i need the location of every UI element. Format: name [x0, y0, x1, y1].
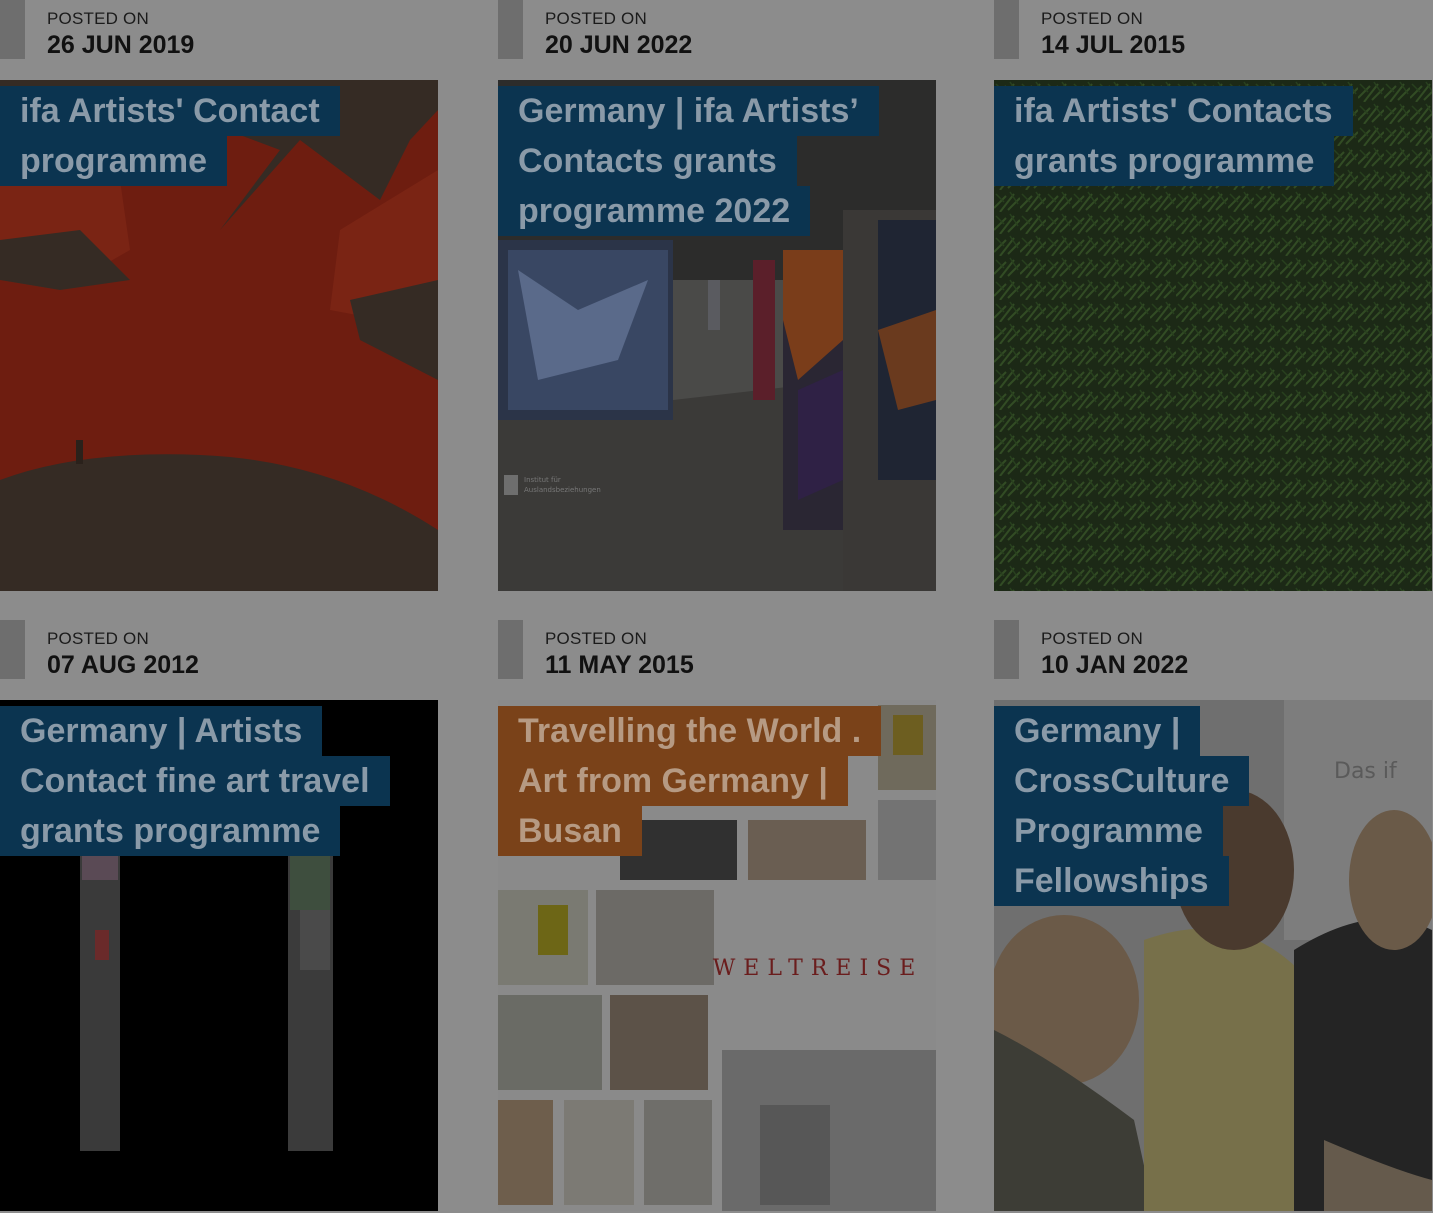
posted-on-label: POSTED ON: [1041, 629, 1143, 648]
date-accent-bar: [0, 0, 25, 59]
posted-on-label: POSTED ON: [545, 9, 647, 28]
posted-meta: POSTED ON 07 AUG 2012: [0, 620, 438, 699]
post-card[interactable]: POSTED ON 11 MAY 2015 WELTREISE Travelli…: [498, 620, 936, 1211]
post-grid: POSTED ON 26 JUN 2019 ifa Artists' Conta…: [0, 0, 1433, 1213]
post-title[interactable]: Germany | ifa Artists’ Contacts grants p…: [498, 86, 898, 236]
post-date: 20 JUN 2022: [545, 31, 693, 59]
post-date: 14 JUL 2015: [1041, 31, 1186, 59]
posted-on-label: POSTED ON: [545, 629, 647, 648]
posted-on-label: POSTED ON: [1041, 9, 1143, 28]
post-date: 26 JUN 2019: [47, 31, 195, 59]
post-thumbnail[interactable]: ifa Artists' Contacts grants programme: [994, 80, 1432, 591]
post-title[interactable]: Travelling the World . Art from Germany …: [498, 706, 898, 856]
post-thumbnail[interactable]: Institut für Auslandsbeziehungen Germany…: [498, 80, 936, 591]
post-card[interactable]: POSTED ON 07 AUG 2012 Germany | Artists …: [0, 620, 438, 1211]
post-card[interactable]: POSTED ON 14 JUL 2015 ifa Artists' Conta…: [994, 0, 1432, 591]
svg-text:Institut für: Institut für: [524, 476, 561, 484]
post-card[interactable]: POSTED ON 10 JAN 2022 Das if Germany | C…: [994, 620, 1432, 1211]
post-title[interactable]: ifa Artists' Contact programme: [0, 86, 400, 186]
posted-meta: POSTED ON 10 JAN 2022: [994, 620, 1432, 699]
post-title[interactable]: Germany | CrossCulture Programme Fellows…: [994, 706, 1394, 906]
svg-text:WELTREISE: WELTREISE: [713, 956, 924, 981]
post-thumbnail[interactable]: ifa Artists' Contact programme: [0, 80, 438, 591]
date-accent-bar: [994, 620, 1019, 679]
posted-on-label: POSTED ON: [47, 629, 149, 648]
posted-on-label: POSTED ON: [47, 9, 149, 28]
post-title[interactable]: Germany | Artists Contact fine art trave…: [0, 706, 400, 856]
post-date: 10 JAN 2022: [1041, 651, 1189, 679]
post-card[interactable]: POSTED ON 26 JUN 2019 ifa Artists' Conta…: [0, 0, 438, 591]
posted-meta: POSTED ON 14 JUL 2015: [994, 0, 1432, 79]
post-date: 07 AUG 2012: [47, 651, 199, 679]
posted-meta: POSTED ON 26 JUN 2019: [0, 0, 438, 79]
posted-meta: POSTED ON 20 JUN 2022: [498, 0, 936, 79]
svg-text:Auslandsbeziehungen: Auslandsbeziehungen: [524, 486, 601, 494]
post-card[interactable]: POSTED ON 20 JUN 2022 Institut für Ausla…: [498, 0, 936, 591]
post-thumbnail[interactable]: Das if Germany | CrossCulture Programme …: [994, 700, 1432, 1211]
post-date: 11 MAY 2015: [545, 651, 694, 679]
post-title[interactable]: ifa Artists' Contacts grants programme: [994, 86, 1394, 186]
post-thumbnail[interactable]: WELTREISE Travelling the World . Art fro…: [498, 700, 936, 1211]
posted-meta: POSTED ON 11 MAY 2015: [498, 620, 936, 699]
date-accent-bar: [994, 0, 1019, 59]
post-thumbnail[interactable]: Germany | Artists Contact fine art trave…: [0, 700, 438, 1211]
date-accent-bar: [498, 0, 523, 59]
date-accent-bar: [0, 620, 25, 679]
date-accent-bar: [498, 620, 523, 679]
